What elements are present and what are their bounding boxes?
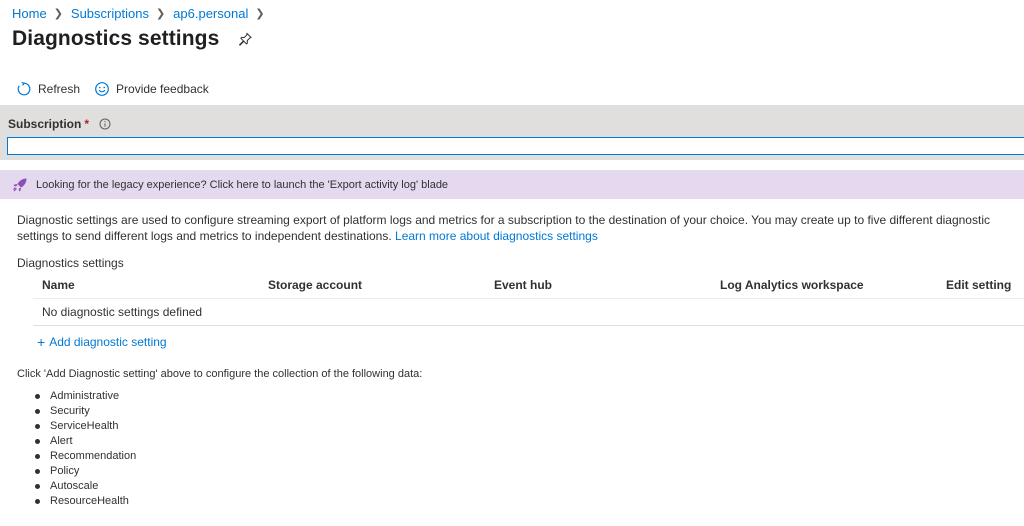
refresh-icon [17,82,31,96]
info-icon[interactable] [99,118,111,130]
command-bar: Refresh Provide feedback [16,81,223,97]
banner-text: Looking for the legacy experience? Click… [36,178,449,191]
chevron-right-icon: ❯ [155,8,166,20]
diagnostics-settings-page: Home ❯ Subscriptions ❯ ap6.personal ❯ Di… [0,0,1024,526]
chevron-right-icon: ❯ [53,8,63,20]
plus-icon: + [37,334,46,350]
diagnostics-settings-label: Diagnostics settings [17,256,124,270]
list-item: Autoscale [35,479,136,494]
breadcrumb: Home ❯ Subscriptions ❯ ap6.personal ❯ [12,6,273,21]
list-item: Recommendation [35,449,136,464]
column-header-edit-setting[interactable]: Edit setting [937,278,1024,292]
breadcrumb-subscription-name[interactable]: ap6.personal [173,6,248,21]
list-item: Administrative [35,389,136,404]
rocket-icon [12,177,28,193]
diagnostic-settings-table: Name Storage account Event hub Log Analy… [33,272,1024,326]
feedback-label: Provide feedback [116,82,209,96]
data-collection-note: Click 'Add Diagnostic setting' above to … [17,368,423,380]
column-header-storage-account[interactable]: Storage account [259,278,485,292]
table-header: Name Storage account Event hub Log Analy… [33,272,1024,299]
column-header-log-analytics[interactable]: Log Analytics workspace [711,278,937,292]
column-header-event-hub[interactable]: Event hub [485,278,711,292]
column-header-name[interactable]: Name [33,278,259,292]
empty-state-text: No diagnostic settings defined [42,305,203,319]
subscription-dropdown[interactable] [7,137,1024,155]
title-row: Diagnostics settings [12,27,253,51]
refresh-button[interactable]: Refresh [16,81,80,97]
smiley-icon [95,82,109,96]
list-item: ResourceHealth [35,494,136,509]
chevron-right-icon: ❯ [255,8,265,20]
table-row: No diagnostic settings defined [33,299,1024,326]
list-item: Policy [35,464,136,479]
refresh-label: Refresh [38,82,81,96]
description: Diagnostic settings are used to configur… [17,212,1024,244]
provide-feedback-button[interactable]: Provide feedback [94,81,209,97]
list-item: Alert [35,434,136,449]
page-title: Diagnostics settings [12,27,220,50]
subscription-band: Subscription * [0,105,1024,160]
learn-more-link[interactable]: Learn more about diagnostics settings [395,229,598,243]
legacy-experience-banner[interactable]: Looking for the legacy experience? Click… [0,170,1024,199]
list-item: Security [35,404,136,419]
list-item: ServiceHealth [35,419,136,434]
pin-icon[interactable] [237,31,253,47]
add-diagnostic-setting-label: Add diagnostic setting [49,335,167,349]
add-diagnostic-setting-link[interactable]: + Add diagnostic setting [37,335,167,349]
breadcrumb-subscriptions[interactable]: Subscriptions [71,6,149,21]
required-marker: * [84,117,90,131]
subscription-label-text: Subscription [8,117,82,131]
breadcrumb-home[interactable]: Home [12,6,47,21]
data-category-list: Administrative Security ServiceHealth Al… [35,389,136,509]
subscription-label: Subscription * [8,117,111,131]
